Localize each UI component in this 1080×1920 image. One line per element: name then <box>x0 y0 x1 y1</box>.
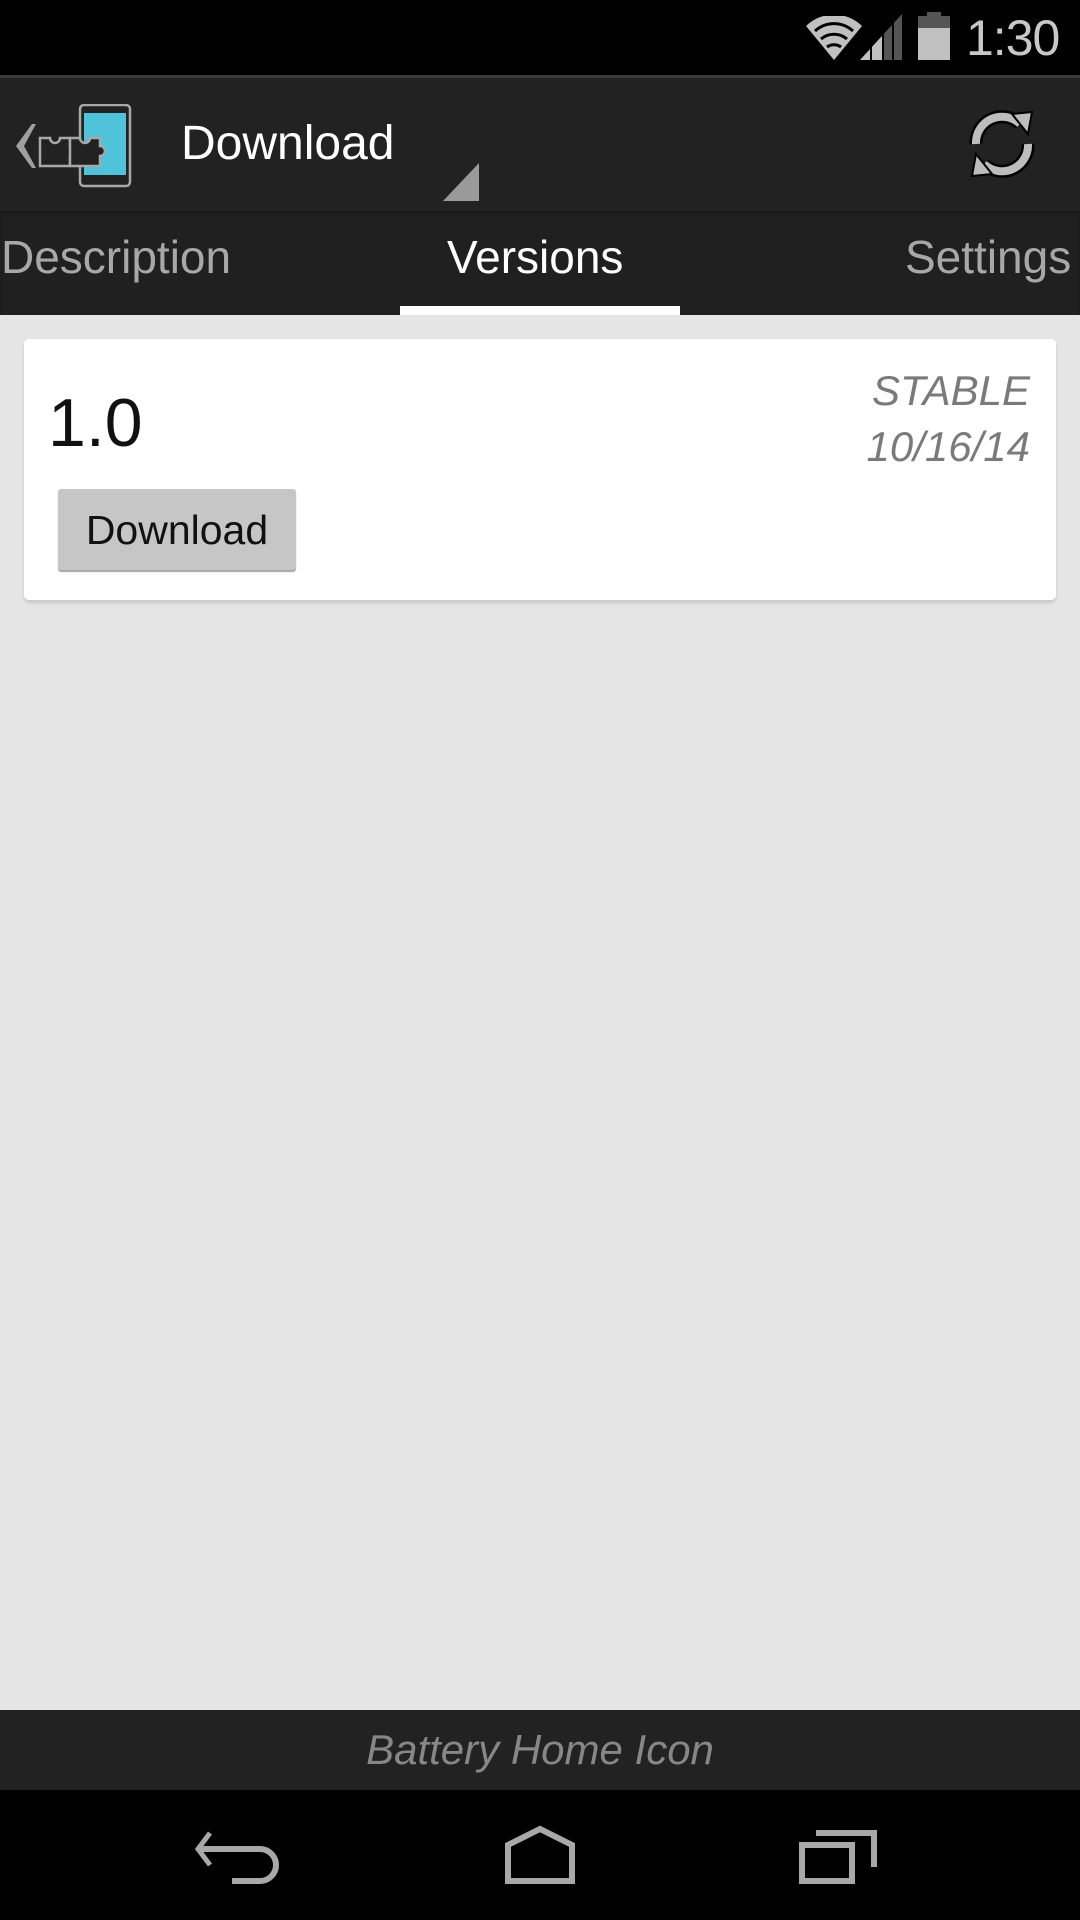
page-title: Download <box>181 117 395 170</box>
tab-bar: Description Versions Settings <box>0 211 1080 315</box>
download-button-label: Download <box>85 506 269 553</box>
xposed-puzzle-phone-icon <box>38 104 132 188</box>
action-bar: Download <box>0 78 1080 211</box>
status-bar: 1:30 <box>0 0 1080 78</box>
tab-description[interactable]: Description <box>0 211 330 315</box>
release-type-label: STABLE <box>872 367 1030 414</box>
refresh-icon <box>969 110 1035 178</box>
active-tab-indicator <box>400 306 680 315</box>
module-name: Battery Home Icon <box>366 1726 714 1773</box>
cell-signal-icon <box>860 12 902 60</box>
home-button[interactable] <box>450 1790 630 1920</box>
version-card: 1.0 STABLE 10/16/14 Download <box>24 339 1056 600</box>
module-page-spinner[interactable]: Download <box>160 78 490 211</box>
back-button[interactable] <box>150 1790 330 1920</box>
tab-settings[interactable]: Settings <box>860 211 1080 315</box>
chevron-left-icon <box>16 124 36 168</box>
clock: 1:30 <box>966 10 1060 66</box>
system-navigation-bar <box>0 1790 1080 1920</box>
refresh-button[interactable] <box>940 78 1080 211</box>
battery-icon <box>918 12 950 60</box>
tab-label: Description <box>1 231 232 283</box>
module-name-footer: Battery Home Icon <box>0 1710 1080 1790</box>
tab-label: Settings <box>905 231 1072 283</box>
tab-versions[interactable]: Versions <box>400 211 680 315</box>
recents-button[interactable] <box>750 1790 930 1920</box>
release-date: 10/16/14 <box>866 423 1031 470</box>
tab-label: Versions <box>447 231 624 283</box>
recents-icon <box>799 1830 877 1884</box>
spinner-dropdown-icon <box>443 163 479 201</box>
version-number: 1.0 <box>48 385 143 461</box>
back-icon <box>194 1831 279 1884</box>
versions-list[interactable]: 1.0 STABLE 10/16/14 Download <box>0 315 1080 1710</box>
wifi-icon <box>806 16 862 60</box>
up-navigation-button[interactable] <box>0 78 160 211</box>
download-button[interactable]: Download <box>58 489 296 570</box>
home-icon <box>505 1825 575 1884</box>
